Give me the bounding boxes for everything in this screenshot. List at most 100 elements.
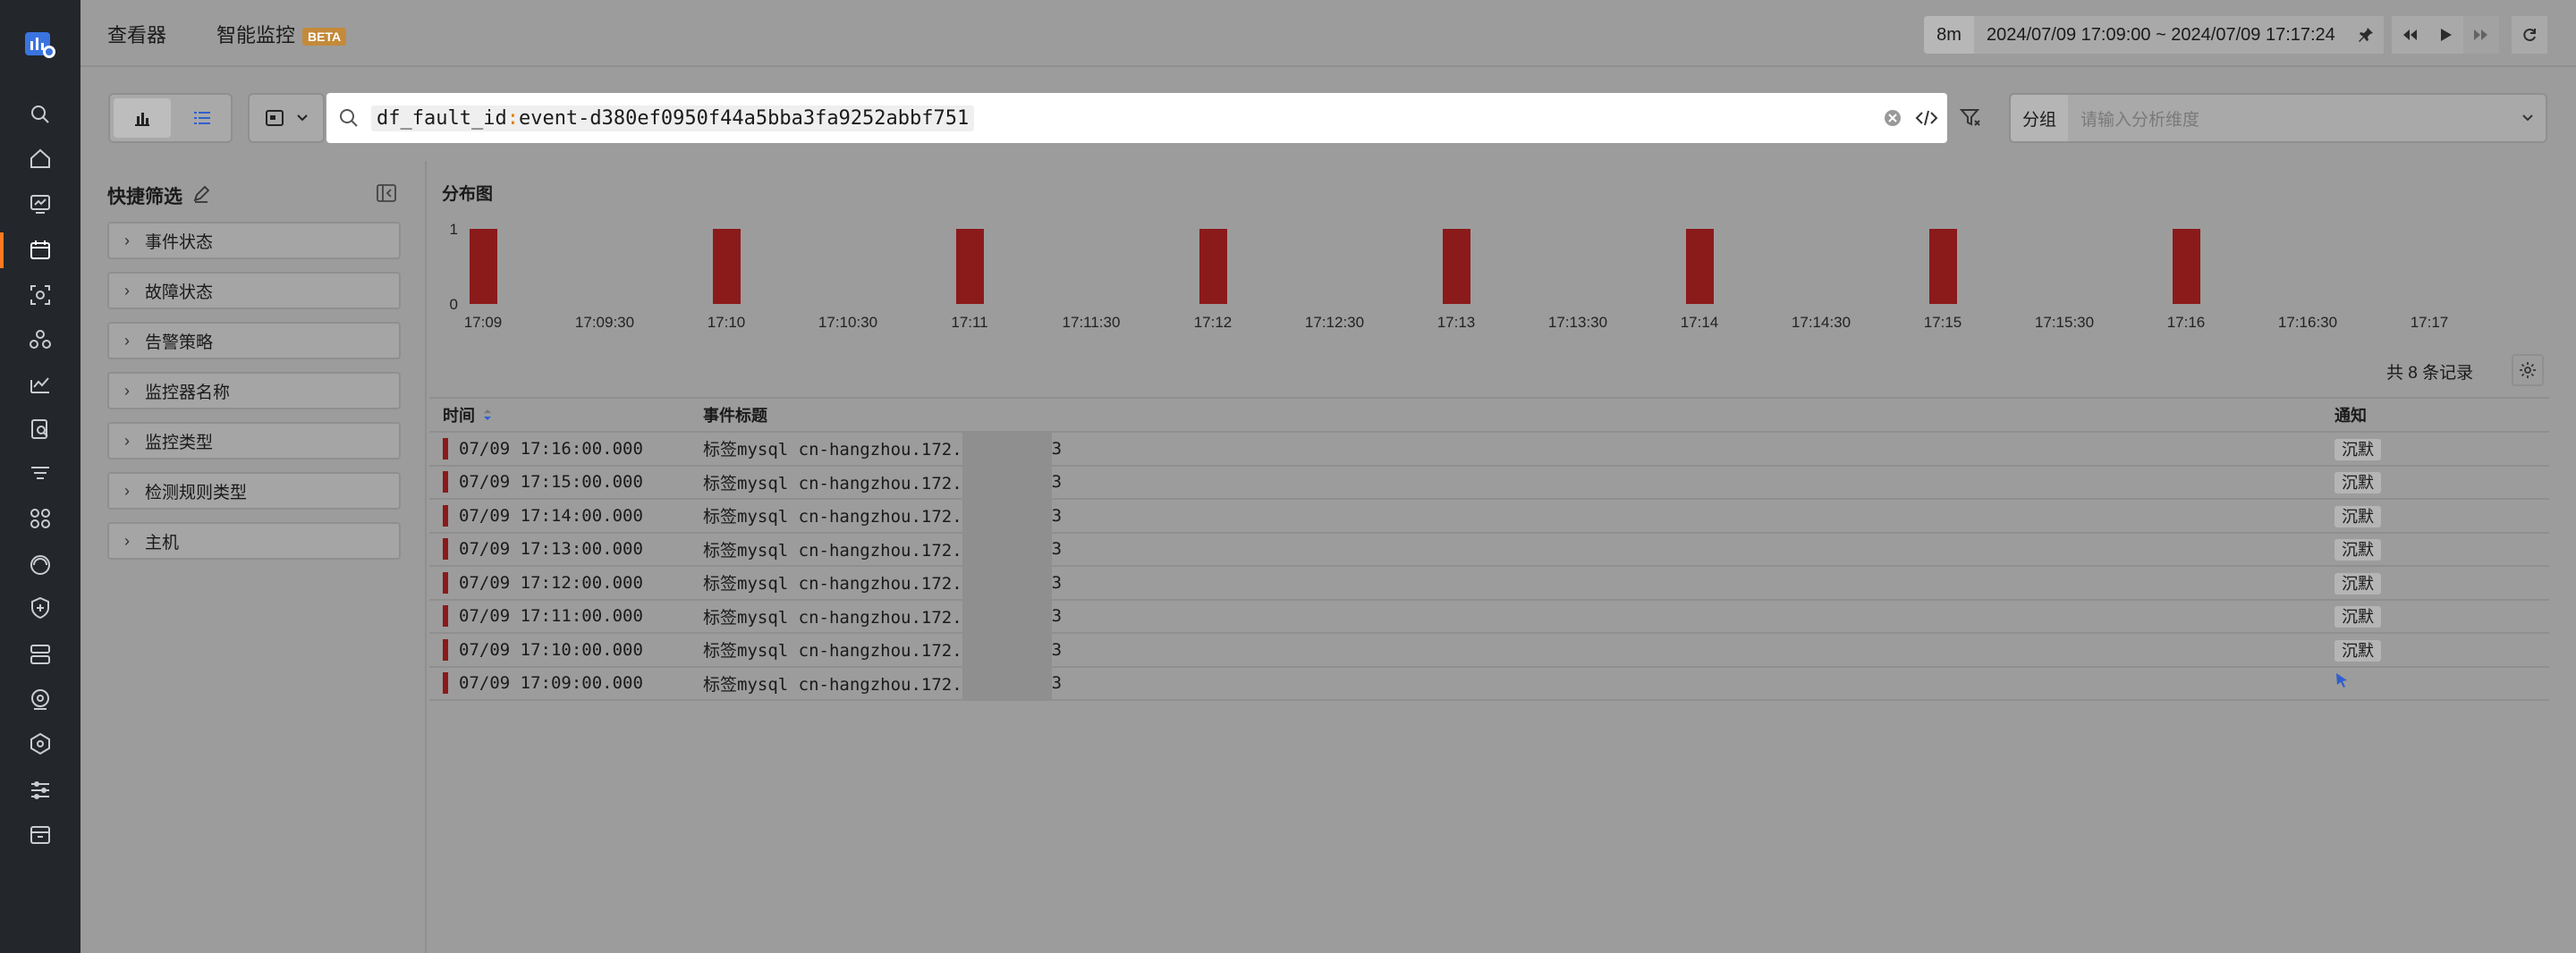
code-icon[interactable]: [1915, 106, 1938, 130]
distribution-bar[interactable]: [1443, 229, 1470, 304]
filter-icon[interactable]: [22, 456, 58, 492]
table-row[interactable]: 07/09 17:12:00.000 标签mysql cn-hangzhou.17…: [429, 566, 2549, 601]
cube-icon[interactable]: [22, 726, 58, 762]
home-icon[interactable]: [22, 141, 58, 177]
logo-icon[interactable]: [22, 27, 58, 63]
scan-icon[interactable]: [22, 277, 58, 313]
distribution-bar[interactable]: [1199, 229, 1227, 304]
group-by-input[interactable]: 请输入分析维度: [2068, 106, 2510, 131]
event-title-suffix: 3: [1051, 639, 1063, 660]
query-separator: :: [506, 106, 519, 130]
event-title-suffix: 3: [1051, 438, 1063, 459]
quick-filter-item[interactable]: › 监控类型: [107, 422, 401, 460]
distribution-bar[interactable]: [470, 229, 497, 304]
quick-filter-item[interactable]: › 监控器名称: [107, 372, 401, 409]
x-tick-label: 17:10: [708, 314, 746, 331]
table-header: 时间 事件标题 通知: [429, 397, 2549, 433]
quick-filter-label: 事件状态: [145, 232, 214, 252]
pin-icon[interactable]: [2347, 16, 2384, 54]
distribution-bar[interactable]: [2173, 229, 2200, 304]
notify-badge: 沉默: [2334, 539, 2381, 561]
distribution-bar[interactable]: [713, 229, 741, 304]
chart-view-button[interactable]: [114, 98, 171, 138]
tab-viewer[interactable]: 查看器: [107, 20, 166, 48]
tab-smart-monitor[interactable]: 智能监控 BETA: [216, 20, 347, 48]
time-picker[interactable]: 8m 2024/07/09 17:09:00 ~ 2024/07/09 17:1…: [1924, 16, 2384, 54]
quick-filter-item[interactable]: › 告警策略: [107, 322, 401, 359]
chevron-right-icon: ›: [124, 481, 130, 500]
rum-icon[interactable]: [22, 547, 58, 583]
quick-filter-label: 监控器名称: [145, 383, 231, 402]
quick-filter-item[interactable]: › 检测规则类型: [107, 472, 401, 510]
x-tick-label: 17:14:30: [1792, 314, 1851, 331]
search-input[interactable]: df_fault_id:event-d380ef0950f44a5bba3fa9…: [326, 93, 1947, 143]
distribution-bar[interactable]: [956, 229, 984, 304]
table-row[interactable]: 07/09 17:10:00.000 标签mysql cn-hangzhou.17…: [429, 633, 2549, 668]
log-icon[interactable]: [22, 411, 58, 447]
severity-bar: [443, 672, 448, 695]
notify-cell: [2334, 671, 2549, 695]
table-row[interactable]: 07/09 17:15:00.000 标签mysql cn-hangzhou.17…: [429, 465, 2549, 500]
metrics-icon[interactable]: [22, 367, 58, 402]
fast-forward-icon[interactable]: [2463, 16, 2499, 54]
chevron-right-icon: ›: [124, 431, 130, 450]
quick-filter-label: 主机: [145, 533, 180, 552]
x-tick-label: 17:15:30: [2035, 314, 2094, 331]
x-tick-label: 17:14: [1681, 314, 1719, 331]
play-icon[interactable]: [2428, 16, 2463, 54]
apm-icon[interactable]: [22, 322, 58, 358]
storage-icon[interactable]: [22, 817, 58, 853]
event-time: 07/09 17:12:00.000: [459, 572, 643, 593]
infra-icon[interactable]: [22, 637, 58, 672]
event-title: 标签mysql cn-hangzhou.172.: [703, 607, 962, 628]
quick-filter-item[interactable]: › 事件状态: [107, 222, 401, 259]
table-row[interactable]: 07/09 17:11:00.000 标签mysql cn-hangzhou.17…: [429, 599, 2549, 634]
search-icon: [326, 108, 371, 128]
column-title[interactable]: 事件标题: [703, 403, 2334, 426]
event-icon[interactable]: [22, 232, 58, 268]
event-title-suffix: 3: [1051, 539, 1063, 560]
security-icon[interactable]: [22, 590, 58, 626]
column-time[interactable]: 时间: [429, 403, 703, 426]
cursor-icon: [2336, 673, 2347, 688]
distribution-bar[interactable]: [1686, 229, 1714, 304]
quick-filter-title: 快捷筛选: [107, 187, 182, 207]
table-row[interactable]: 07/09 17:09:00.000 标签mysql cn-hangzhou.17…: [429, 666, 2549, 701]
column-time-label: 时间: [443, 407, 475, 425]
sliders-icon[interactable]: [22, 772, 58, 808]
rewind-icon[interactable]: [2392, 16, 2428, 54]
event-title: 标签mysql cn-hangzhou.172.: [703, 473, 962, 493]
quick-filter-item[interactable]: › 故障状态: [107, 272, 401, 309]
table-row[interactable]: 07/09 17:13:00.000 标签mysql cn-hangzhou.17…: [429, 532, 2549, 567]
list-view-button[interactable]: [174, 95, 232, 141]
clear-icon[interactable]: [1883, 108, 1902, 128]
refresh-icon[interactable]: [2512, 16, 2547, 54]
search-query-token[interactable]: df_fault_id:event-d380ef0950f44a5bba3fa9…: [371, 105, 975, 131]
time-range[interactable]: 2024/07/09 17:09:00 ~ 2024/07/09 17:17:2…: [1974, 16, 2348, 54]
column-notify[interactable]: 通知: [2334, 403, 2549, 426]
x-tick-label: 17:17: [2411, 314, 2449, 331]
table-row[interactable]: 07/09 17:14:00.000 标签mysql cn-hangzhou.17…: [429, 499, 2549, 534]
distribution-bar[interactable]: [1929, 229, 1957, 304]
table-settings-button[interactable]: [2512, 354, 2544, 386]
table-row[interactable]: 07/09 17:16:00.000 标签mysql cn-hangzhou.17…: [429, 432, 2549, 467]
dashboard-icon[interactable]: [22, 186, 58, 222]
collapse-panel-icon[interactable]: [376, 182, 397, 204]
group-by-selector[interactable]: 分组 请输入分析维度: [2009, 93, 2547, 143]
data-source-selector[interactable]: [248, 93, 325, 143]
redacted-block: [962, 499, 1052, 533]
search-icon[interactable]: [22, 97, 58, 132]
apps-icon[interactable]: [22, 501, 58, 536]
notify-badge: 沉默: [2334, 438, 2381, 460]
event-title-suffix: 3: [1051, 505, 1063, 526]
quick-filter-label: 告警策略: [145, 333, 214, 352]
edit-icon[interactable]: [191, 184, 211, 204]
notify-badge: 沉默: [2334, 505, 2381, 527]
sort-icon[interactable]: [482, 408, 493, 422]
filter-button[interactable]: [1949, 93, 1992, 143]
time-duration[interactable]: 8m: [1924, 16, 1974, 54]
x-tick-label: 17:11:30: [1063, 314, 1121, 331]
quick-filter-item[interactable]: › 主机: [107, 522, 401, 560]
redacted-block: [962, 633, 1052, 667]
camera-icon[interactable]: [22, 681, 58, 717]
